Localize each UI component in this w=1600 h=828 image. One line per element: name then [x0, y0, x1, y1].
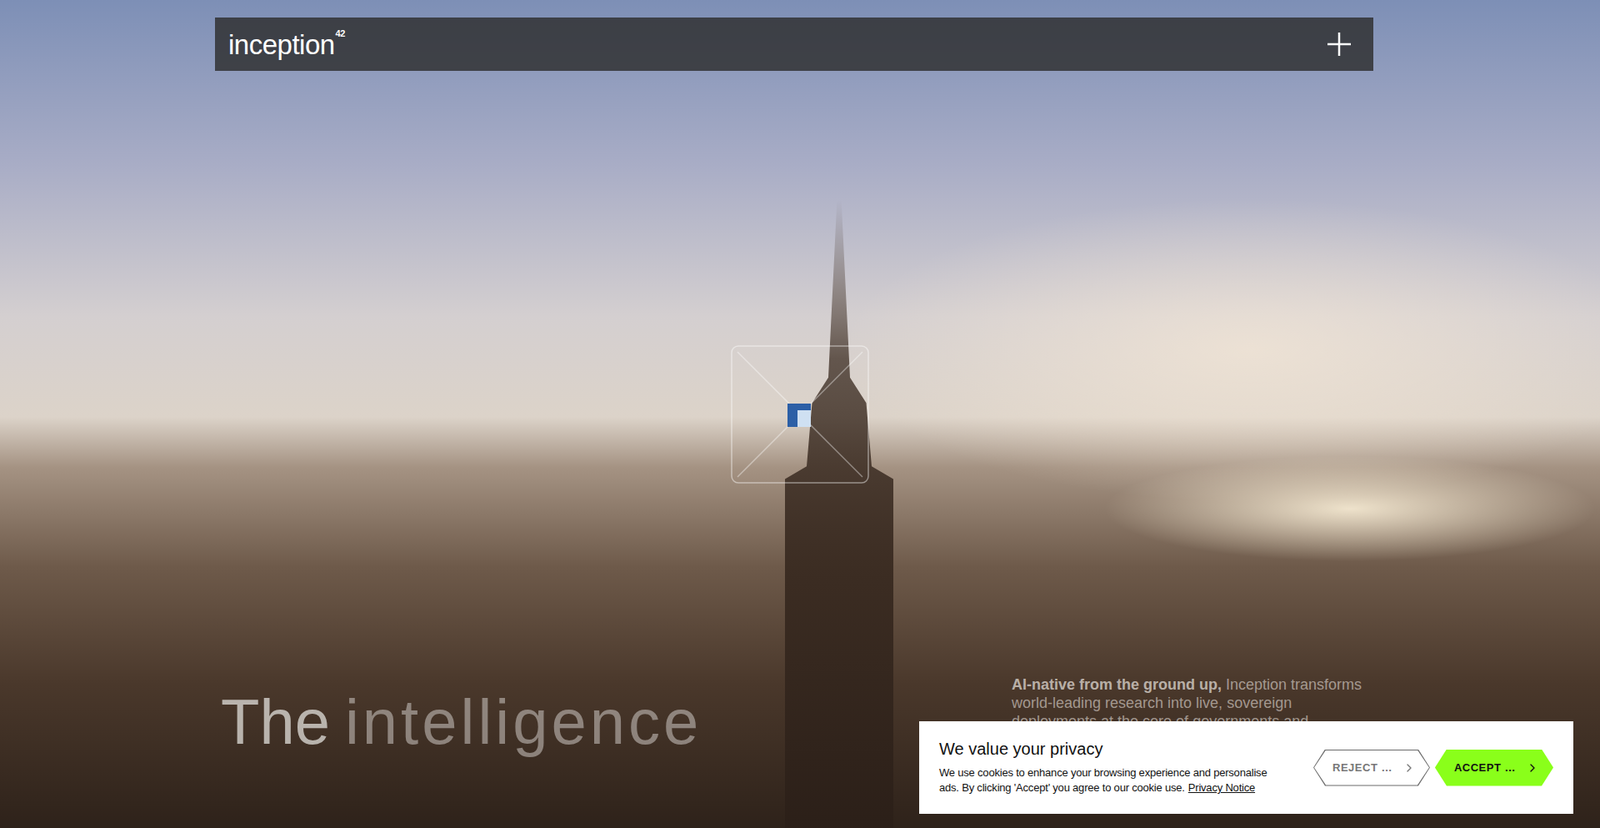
hero: inception42TheintelligenceAI-native from… — [0, 0, 1600, 828]
hero-background-photo — [785, 200, 894, 828]
reject-button[interactable]: REJECT … — [1313, 749, 1430, 786]
chevron-right-icon — [1525, 760, 1540, 775]
privacy-link[interactable]: Privacy Notice — [1188, 780, 1255, 794]
header-bar: inception42 — [215, 17, 1374, 71]
inception-emblem-icon — [730, 345, 870, 484]
cookie-banner: We value your privacy We use cookies to e… — [919, 720, 1574, 814]
cookie-body: We use cookies to enhance your browsing … — [939, 765, 1290, 795]
accept-button[interactable]: ACCEPT … — [1435, 749, 1554, 786]
plus-icon — [1326, 31, 1352, 57]
menu-button[interactable] — [1323, 28, 1355, 60]
chevron-right-icon — [1402, 760, 1416, 775]
hero-title: Theintelligence — [220, 686, 702, 757]
cookie-title: We value your privacy — [939, 739, 1290, 759]
logo[interactable]: inception42 — [228, 30, 345, 59]
